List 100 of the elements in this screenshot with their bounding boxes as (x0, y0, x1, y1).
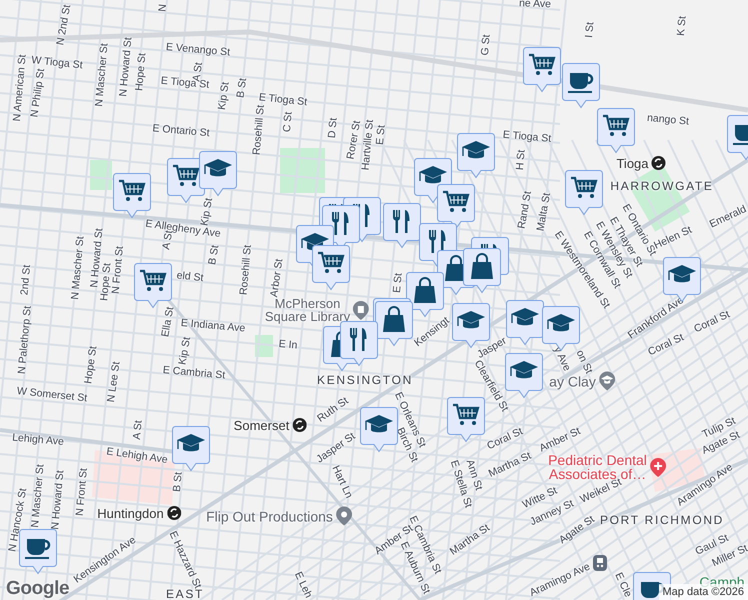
map-marker[interactable] (505, 353, 543, 399)
hospital-pin-icon[interactable] (650, 458, 666, 476)
map-marker[interactable] (375, 301, 413, 347)
place-pin-icon[interactable] (353, 300, 370, 320)
station-label: Tioga (616, 156, 649, 170)
map-marker[interactable] (360, 407, 398, 453)
cart-icon (119, 180, 146, 201)
place-pin-icon[interactable] (336, 506, 352, 526)
train-station-icon[interactable] (652, 156, 666, 170)
street-label: N Hancock St (7, 487, 29, 553)
street-label: Rand St (516, 190, 534, 230)
station-label: Somerset (234, 418, 290, 432)
street-label: N Mascher St (70, 236, 86, 300)
shopping-bag-icon (471, 253, 493, 279)
station-label: Huntingdon (97, 506, 164, 520)
map-marker[interactable] (463, 248, 501, 294)
area-label: PORT RICHMOND (600, 514, 724, 526)
street-label: N Palethorp St (16, 306, 34, 374)
street-label: E Cambria St (162, 365, 226, 381)
shopping-bag-icon (414, 277, 436, 303)
street-label: Lehigh Ave (12, 432, 64, 448)
map-marker[interactable] (542, 306, 580, 352)
graduation-cap-icon (177, 434, 205, 452)
graduation-cap-icon (365, 415, 393, 432)
street-label: B St (172, 472, 184, 492)
map-marker[interactable] (437, 184, 475, 230)
map-marker[interactable] (523, 47, 561, 93)
map-marker[interactable] (406, 272, 444, 318)
street-label: N Lee St (106, 361, 122, 403)
map-marker[interactable] (113, 173, 151, 219)
street-label: eld St (176, 270, 204, 284)
street-label: E Indiana Ave (180, 318, 246, 334)
street-label: E Leh (292, 570, 314, 600)
map-marker[interactable] (565, 170, 603, 216)
street-label: C St (282, 111, 294, 133)
cart-icon (443, 190, 470, 212)
street-label: Coral St (486, 426, 524, 452)
street-label: E Tioga St (502, 130, 552, 144)
graduation-cap-icon (457, 311, 485, 328)
street-label: Kip St (199, 197, 215, 227)
coffee-cup-icon (568, 73, 594, 93)
street-label: A St (132, 420, 144, 440)
street-label: Hart Ln (330, 464, 354, 500)
place-label: Flip Out Productions (206, 509, 333, 523)
cart-icon (571, 176, 598, 198)
place-label: McPherson Square Library (264, 297, 350, 323)
train-station-icon[interactable] (292, 418, 306, 432)
street-label: Malta St (535, 192, 553, 232)
street-label: on St (574, 348, 594, 376)
street-label: E Lehigh Ave (106, 446, 168, 466)
map-marker[interactable] (506, 300, 544, 346)
train-station-icon[interactable] (166, 506, 181, 520)
area-label: KENSINGTON (317, 374, 413, 386)
map-marker[interactable] (597, 108, 635, 154)
street-label: E In (278, 338, 298, 352)
street-label: W Somerset St (16, 386, 88, 404)
cart-icon (318, 252, 344, 273)
graduation-cap-icon (668, 265, 696, 282)
area-label: EAST (166, 588, 204, 600)
coffee-cup-icon (25, 539, 50, 559)
shopping-bag-icon (383, 306, 405, 332)
cart-icon (173, 164, 200, 186)
logo: Google (6, 579, 70, 598)
school-pin-icon[interactable] (598, 372, 615, 390)
street-label: N Front St (74, 468, 90, 516)
map-marker[interactable] (172, 426, 210, 472)
street-label: N Howard St (50, 470, 66, 530)
street-label: E Cle (612, 571, 634, 599)
bus-stop-icon[interactable] (593, 555, 607, 571)
street-label: N American St (12, 54, 28, 122)
map-marker[interactable] (199, 151, 237, 197)
graduation-cap-icon (462, 141, 490, 158)
street-label: Coral St (646, 332, 686, 358)
map-marker[interactable] (383, 203, 421, 249)
street-label: Rosehill St (252, 104, 266, 156)
street-label: Rorer St (345, 120, 363, 160)
street-label: K St (676, 16, 688, 36)
graduation-cap-icon (419, 166, 447, 184)
street-label: Hope St (99, 262, 113, 302)
street-label: H St (514, 149, 528, 171)
place-label: ay Clay (549, 374, 596, 388)
map-marker[interactable] (312, 245, 350, 291)
street-label: Hope St (134, 52, 148, 92)
street-label: Kip St (177, 336, 193, 366)
street-label: N Mascher St (94, 42, 110, 108)
street-label: Kip St (216, 81, 232, 111)
map-marker[interactable] (727, 115, 748, 161)
graduation-cap-icon (547, 314, 575, 332)
area-label: HARROWGATE (610, 180, 714, 192)
map-marker[interactable] (562, 63, 600, 109)
street-label: Hope St (83, 345, 99, 385)
street-label: E St (392, 272, 404, 294)
street-label: Rosehill St (238, 244, 254, 296)
graduation-cap-icon (510, 361, 538, 378)
street-label: B St (235, 77, 249, 99)
street-label: Hartville St (360, 119, 376, 171)
street-label: Ruth St (316, 396, 350, 424)
map-marker[interactable] (457, 133, 495, 179)
map-marker[interactable] (340, 321, 378, 367)
cart-icon (453, 404, 480, 425)
